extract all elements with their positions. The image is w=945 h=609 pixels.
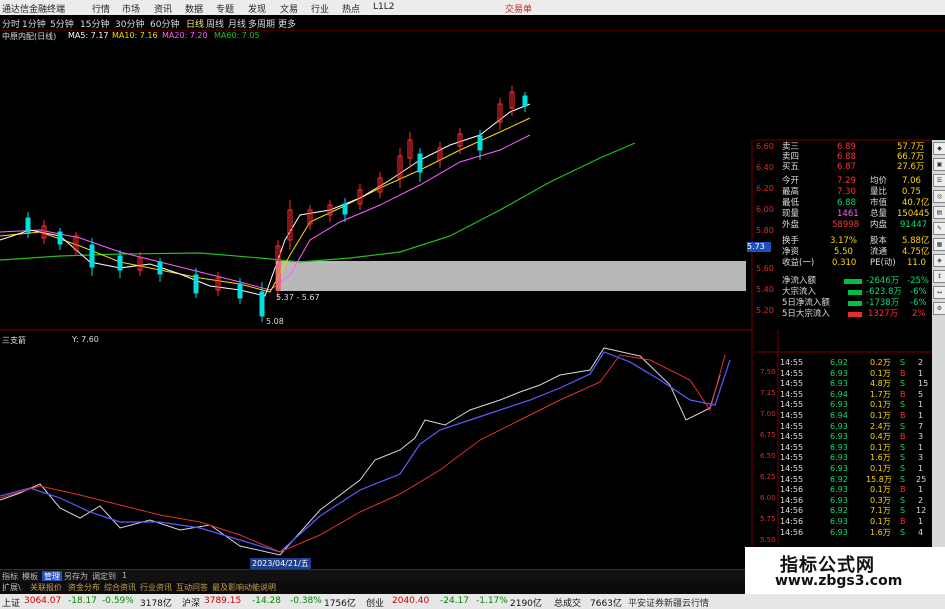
tick-row: 14:56 6.93 1.6万 S 4: [780, 527, 924, 537]
ind-tick: 6.25: [760, 473, 776, 481]
toolbar-icon-7[interactable]: ▦: [933, 238, 945, 251]
tick-row: 14:55 6.93 0.1万 B 1: [780, 368, 924, 378]
quote-row: 净资 5.50 流通 4.75亿: [782, 247, 930, 257]
quote-row: 最低 6.88 市值 40.7亿: [782, 198, 930, 208]
ind-tick: 6.50: [760, 452, 776, 460]
tab-expand[interactable]: 扩展\: [2, 582, 21, 593]
tick-row: 14:55 6.93 0.1万 S 1: [780, 464, 924, 473]
sh-change: -18.17: [68, 596, 98, 606]
ind-tick: 7.25: [760, 389, 776, 397]
tick-row: 14:55 6.94 0.1万 B 1: [780, 411, 924, 420]
toolbar-icon-4[interactable]: ◎: [933, 190, 945, 203]
grey-zone: [276, 261, 746, 291]
tick-list: 14:55 6.92 0.2万 S 2 14:55 6.93 0.1万 B 1 14:55 6.9…: [778, 358, 932, 544]
indicator-line-blue: [0, 351, 731, 553]
cy-pct: -1.17%: [476, 596, 508, 606]
indicator-header: 三支箭 Y: 7.60: [0, 334, 300, 346]
flow-row: 5日大宗流入 1327万 2%: [782, 309, 926, 319]
tick-row: 14:55 6.92 0.2万 S 2: [780, 358, 924, 367]
cy-change: -24.17: [440, 596, 470, 606]
watermark-url: www.zbgs3.com: [775, 573, 903, 589]
hs-label: 沪深: [182, 599, 201, 609]
toolbar-icon-9[interactable]: ↕: [933, 270, 945, 283]
cy-label: 创业: [366, 599, 385, 609]
toolbar-icon-1[interactable]: ◆: [933, 142, 945, 155]
tab-industry-news[interactable]: 行业资讯: [140, 582, 172, 593]
ma60-line: [0, 142, 636, 263]
toolbar-icon-5[interactable]: ▤: [933, 206, 945, 219]
sh-amount: 3178亿: [140, 599, 172, 609]
quote-row: 现量 1461 总量 150445: [782, 209, 930, 219]
cy-amount: 2190亿: [510, 599, 542, 609]
quote-row: 外盘 58998 内盘 91447: [782, 220, 928, 230]
ind-tick: 6.75: [760, 431, 776, 439]
quote-row: 卖三 6.89 57.7万: [782, 142, 925, 152]
sh-label: 上证: [2, 599, 21, 609]
toolbar-icon-6[interactable]: ✎: [933, 222, 945, 235]
quote-row: 卖四 6.88 66.7万: [782, 152, 925, 162]
indicator-axis: 7.50 7.25 7.00 6.75 6.50 6.25 6.00 5.75 …: [760, 368, 780, 548]
hs-change: -14.28: [252, 596, 282, 606]
quote-row: 收益(一) 0.310 PE(动) 11.0: [782, 258, 926, 268]
tick-row: 14:56 6.93 0.3万 S 2: [780, 495, 924, 505]
indicator-name[interactable]: 三支箭: [2, 335, 26, 346]
hs-amount: 1756亿: [324, 599, 356, 609]
toolbar-icon-11[interactable]: ⚙: [933, 302, 945, 315]
tick-row: 14:55 6.93 1.6万 S 3: [780, 453, 924, 463]
date-label: 2023/04/21/五: [250, 558, 311, 569]
quote-row: 买五 6.87 27.6万: [782, 162, 925, 172]
quote-row: 最高 7.30 量比 0.75: [782, 187, 921, 197]
hs-value: 3789.15: [204, 596, 242, 606]
hs-pct: -0.38%: [290, 596, 322, 606]
right-sidebar: ◆ ▣ ☰ ◎ ▤ ✎ ▦ ◈ ↕ ↔ ⚙: [932, 140, 945, 560]
low-label: 5.08: [266, 317, 284, 326]
ind-tick: 6.00: [760, 494, 776, 502]
tab-momentum-note[interactable]: 最及影响动能说明: [212, 582, 276, 593]
tick-row: 14:56 6.93 0.1万 B 1: [780, 485, 924, 495]
flow-row: 大宗流入 -623.8万 -6%: [782, 287, 927, 297]
tick-row: 14:55 6.92 15.8万 S 25: [780, 474, 927, 484]
watermark: 指标公式网 www.zbgs3.com: [745, 547, 945, 594]
ind-tick: 7.50: [760, 368, 776, 376]
sh-pct: -0.59%: [102, 596, 134, 606]
tab-one[interactable]: 1: [122, 571, 127, 580]
broker-name: 平安证券新疆云行情: [628, 599, 710, 609]
quote-panel: 卖三 6.89 57.7万 卖四 6.88 66.7万 买五 6.87 27.6万 今开 7.…: [752, 142, 932, 332]
tab-general-news[interactable]: 综合资讯: [104, 582, 136, 593]
info-tabs: 扩展\ 关联报价 资金分布 综合资讯 行业资讯 互动问答 最及影响动能说明: [0, 581, 745, 594]
tab-qa[interactable]: 互动问答: [176, 582, 208, 593]
toolbar-icon-2[interactable]: ▣: [933, 158, 945, 171]
toolbar-icon-8[interactable]: ◈: [933, 254, 945, 267]
tab-fund-distribution[interactable]: 资金分布: [68, 582, 100, 593]
toolbar-icon-3[interactable]: ☰: [933, 174, 945, 187]
tick-row: 14:55 6.93 0.4万 B 3: [780, 432, 924, 442]
quote-row: 换手 3.17% 股本 5.88亿: [782, 236, 930, 246]
total-value: 7663亿: [590, 599, 622, 609]
ind-tick: 5.50: [760, 536, 776, 544]
cy-value: 2040.40: [392, 596, 430, 606]
tick-row: 14:55 6.93 4.8万 S 15: [780, 379, 929, 389]
ind-tick: 7.00: [760, 410, 776, 418]
indicator-line-red: [0, 354, 726, 553]
sh-value: 3064.07: [24, 596, 62, 606]
tick-row: 14:55 6.93 0.1万 S 1: [780, 400, 924, 410]
status-bar: 上证 3064.07 -18.17 -0.59% 3178亿 沪深 3789.1…: [0, 594, 945, 609]
zone-label: 5.37 - 5.67: [276, 293, 320, 302]
tick-row: 14:55 6.94 1.7万 B 5: [780, 389, 924, 399]
tick-row: 14:55 6.93 0.1万 S 1: [780, 442, 924, 452]
tick-row: 14:56 6.93 0.1万 B 1: [780, 517, 924, 526]
tick-row: 14:56 6.92 7.1万 S 12: [780, 506, 927, 516]
flow-row: 5日净流入额 -1738万 -6%: [782, 298, 927, 308]
tab-related-quote[interactable]: 关联报价: [30, 582, 62, 593]
tick-row: 14:55 6.93 2.4万 S 7: [780, 421, 924, 431]
indicator-y-label: Y: 7.60: [72, 335, 99, 344]
toolbar-icon-10[interactable]: ↔: [933, 286, 945, 299]
total-label: 总成交: [554, 599, 582, 609]
ind-tick: 5.75: [760, 515, 776, 523]
quote-row: 今开 7.29 均价 7.06: [782, 176, 921, 186]
indicator-line-white: [0, 347, 721, 556]
flow-row: 净流入额 -2646万 -25%: [782, 276, 929, 286]
